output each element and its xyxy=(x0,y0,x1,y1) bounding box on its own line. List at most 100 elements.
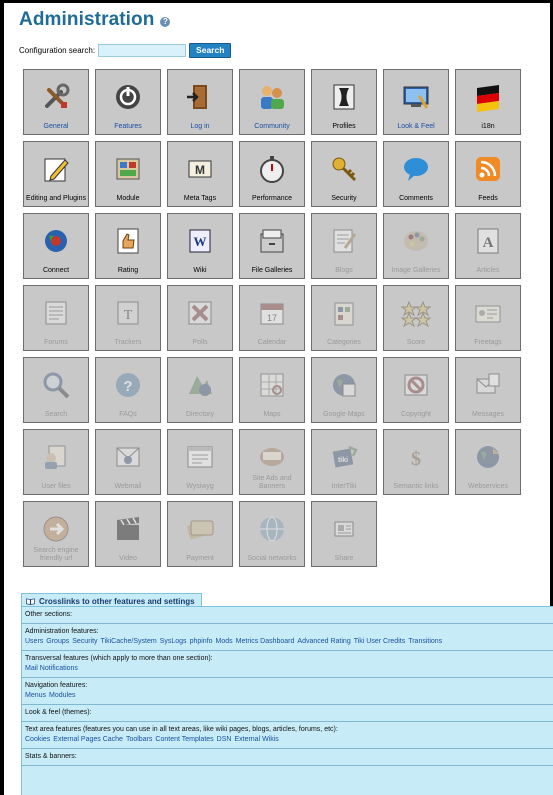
tools-icon xyxy=(41,82,71,112)
crosslink-mods[interactable]: Mods xyxy=(216,638,233,645)
feature-tile-community[interactable]: Community xyxy=(239,69,305,135)
feature-tile-calendar[interactable]: 17 Calendar xyxy=(239,285,305,351)
crosslink-metrics-dashboard[interactable]: Metrics Dashboard xyxy=(236,638,295,645)
feature-tile-semantic-links[interactable]: $ Semantic links xyxy=(383,429,449,495)
crosslink-section-title: Stats & banners: xyxy=(25,753,77,760)
config-search-input[interactable] xyxy=(98,43,187,57)
feature-tile-polls[interactable]: Polls xyxy=(167,285,233,351)
payment-card-icon xyxy=(185,514,215,544)
feature-tile-profiles[interactable]: Profiles xyxy=(311,69,377,135)
crosslink-external-pages-cache[interactable]: External Pages Cache xyxy=(53,736,123,743)
crosslink-links: Users Groups Security TikiCache/System SysLo… xyxy=(25,637,550,647)
feature-tile-label: Semantic links xyxy=(393,483,439,490)
feature-tile-label: Log in xyxy=(190,123,210,130)
feature-tile-messages[interactable]: Messages xyxy=(455,357,521,423)
crosslink-menus[interactable]: Menus xyxy=(25,692,46,699)
crosslink-advanced-rating[interactable]: Advanced Rating xyxy=(297,638,350,645)
feature-tile-video[interactable]: Video xyxy=(95,501,161,567)
feature-tile-share[interactable]: Share xyxy=(311,501,377,567)
search-button[interactable]: Search xyxy=(189,42,232,58)
stopwatch-icon xyxy=(257,154,287,184)
crosslink-transitions[interactable]: Transitions xyxy=(408,638,442,645)
svg-text:T: T xyxy=(124,308,133,323)
feature-tile-score[interactable]: Score xyxy=(383,285,449,351)
crosslink-content-templates[interactable]: Content Templates xyxy=(155,736,213,743)
feature-tile-security[interactable]: Security xyxy=(311,141,377,207)
feature-tile-features[interactable]: Features xyxy=(95,69,161,135)
feature-tile-look-feel[interactable]: Look & Feel xyxy=(383,69,449,135)
feature-tile-faqs[interactable]: ? FAQs xyxy=(95,357,161,423)
feature-tile-label: Share xyxy=(334,555,354,562)
feature-tile-label: Editing and Plugins xyxy=(26,195,86,202)
crosslink-modules[interactable]: Modules xyxy=(49,692,75,699)
feature-tile-label: Video xyxy=(119,555,137,562)
window-frame-top xyxy=(0,0,553,3)
feature-tile-label: Wiki xyxy=(193,267,207,274)
feature-tile-search-engine-friendly-url[interactable]: Search engine friendly url xyxy=(23,501,89,567)
feature-tile-webservices[interactable]: Webservices xyxy=(455,429,521,495)
feature-tile-webmail[interactable]: Webmail xyxy=(95,429,161,495)
crosslinks-heading: Crosslinks to other features and setting… xyxy=(39,596,195,606)
svg-text:A: A xyxy=(483,235,494,251)
feature-tile-performance[interactable]: Performance xyxy=(239,141,305,207)
feature-tile-freetags[interactable]: Freetags xyxy=(455,285,521,351)
feature-tile-site-ads-and-banners[interactable]: Site Ads and Banners xyxy=(239,429,305,495)
feature-tile-user-files[interactable]: User files xyxy=(23,429,89,495)
feature-tile-payment[interactable]: Payment xyxy=(167,501,233,567)
feature-tile-label: Profiles xyxy=(332,123,356,130)
crosslink-tikicache-system[interactable]: TikiCache/System xyxy=(101,638,157,645)
crosslink-toolbars[interactable]: Toolbars xyxy=(126,736,152,743)
magnifier-icon xyxy=(41,370,71,400)
feature-tile-log-in[interactable]: Log in xyxy=(167,69,233,135)
google-maps-icon xyxy=(329,370,359,400)
feature-tile-articles[interactable]: A Articles xyxy=(455,213,521,279)
feature-tile-general[interactable]: General xyxy=(23,69,89,135)
feature-tile-wysiwyg[interactable]: Wysiwyg xyxy=(167,429,233,495)
feature-tile-maps[interactable]: Maps xyxy=(239,357,305,423)
feature-tile-directory[interactable]: Directory xyxy=(167,357,233,423)
crosslink-security[interactable]: Security xyxy=(72,638,97,645)
feature-tile-social-networks[interactable]: Social networks xyxy=(239,501,305,567)
feature-tile-label: Trackers xyxy=(114,339,142,346)
polls-icon xyxy=(185,298,215,328)
feature-tile-trackers[interactable]: T Trackers xyxy=(95,285,161,351)
crosslink-phpinfo[interactable]: phpinfo xyxy=(190,638,213,645)
crosslink-cookies[interactable]: Cookies xyxy=(25,736,50,743)
feature-tile-i18n[interactable]: i18n xyxy=(455,69,521,135)
crosslink-section-title: Administration features: xyxy=(25,628,99,635)
feature-tile-categories[interactable]: Categories xyxy=(311,285,377,351)
crosslink-external-wikis[interactable]: External Wikis xyxy=(234,736,278,743)
feature-tile-comments[interactable]: Comments xyxy=(383,141,449,207)
feature-tile-label: Wysiwyg xyxy=(186,483,214,490)
crosslink-tiki-user-credits[interactable]: Tiki User Credits xyxy=(354,638,405,645)
feature-tile-module[interactable]: Module xyxy=(95,141,161,207)
feature-tile-intertiki[interactable]: tiki InterTiki xyxy=(311,429,377,495)
svg-text:W: W xyxy=(194,234,207,249)
feature-tile-blogs[interactable]: Blogs xyxy=(311,213,377,279)
page-title: Administration xyxy=(19,9,155,30)
help-icon[interactable]: ? xyxy=(160,17,171,27)
feature-tile-editing-and-plugins[interactable]: Editing and Plugins xyxy=(23,141,89,207)
crosslink-mail-notifications[interactable]: Mail Notifications xyxy=(25,665,78,672)
feature-tile-google-maps[interactable]: Google Maps xyxy=(311,357,377,423)
feature-tile-image-galleries[interactable]: Image Galleries xyxy=(383,213,449,279)
feature-tile-label: Copyright xyxy=(401,411,431,418)
crosslink-groups[interactable]: Groups xyxy=(46,638,69,645)
crosslink-section: Navigation features: Menus Modules xyxy=(22,678,553,705)
admin-feature-grid: General Features Log in Community Profiles Lo… xyxy=(23,69,527,567)
feature-tile-feeds[interactable]: Feeds xyxy=(455,141,521,207)
feature-tile-forums[interactable]: Forums xyxy=(23,285,89,351)
feature-tile-search[interactable]: Search xyxy=(23,357,89,423)
feature-tile-meta-tags[interactable]: M Meta Tags xyxy=(167,141,233,207)
feature-tile-wiki[interactable]: W Wiki xyxy=(167,213,233,279)
feature-tile-file-galleries[interactable]: File Galleries xyxy=(239,213,305,279)
feature-tile-label: Freetags xyxy=(474,339,502,346)
feature-tile-label: Community xyxy=(254,123,290,130)
feature-tile-copyright[interactable]: Copyright xyxy=(383,357,449,423)
feature-tile-rating[interactable]: Rating xyxy=(95,213,161,279)
crosslink-users[interactable]: Users xyxy=(25,638,43,645)
crosslink-syslogs[interactable]: SysLogs xyxy=(160,638,187,645)
palette-icon xyxy=(401,226,431,256)
feature-tile-connect[interactable]: Connect xyxy=(23,213,89,279)
crosslink-dsn[interactable]: DSN xyxy=(217,736,232,743)
